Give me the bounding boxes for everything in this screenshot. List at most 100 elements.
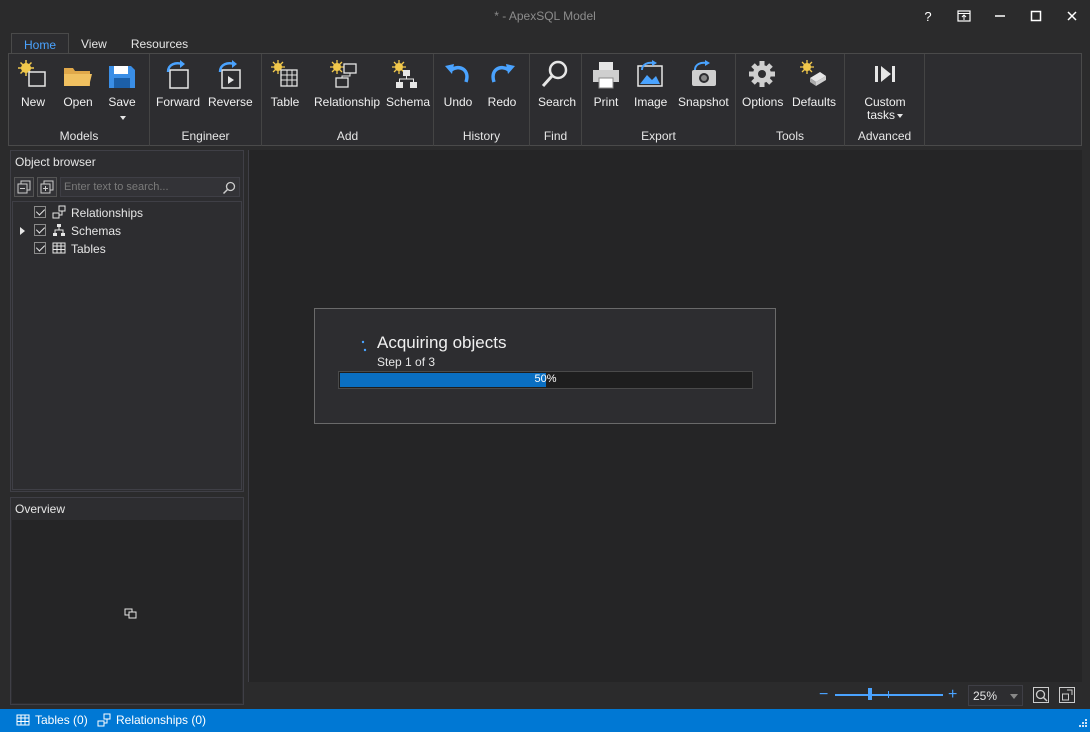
add-relationship-icon bbox=[330, 60, 357, 88]
object-search-input[interactable]: Enter text to search... bbox=[60, 177, 240, 197]
image-button[interactable]: Image bbox=[634, 58, 667, 109]
progress-step: Step 1 of 3 bbox=[377, 355, 436, 369]
zoom-level-value: 25% bbox=[973, 689, 998, 703]
group-advanced: Custom tasks Advanced bbox=[845, 54, 925, 146]
object-tree: Relationships Schemas Tables bbox=[12, 201, 242, 490]
status-relationships-label: Relationships (0) bbox=[116, 713, 207, 727]
add-schema-icon bbox=[392, 60, 417, 88]
tree-node-relationships[interactable]: Relationships bbox=[13, 204, 241, 222]
maximize-icon bbox=[1030, 10, 1042, 22]
collapse-all-button[interactable] bbox=[37, 177, 57, 197]
zoom-out-button[interactable]: − bbox=[819, 686, 828, 704]
schemas-label: Schemas bbox=[71, 224, 122, 238]
custom-tasks-label-2: tasks bbox=[863, 109, 907, 122]
snapshot-button[interactable]: Snapshot bbox=[678, 58, 729, 109]
group-add: Table Relationship Schema Add bbox=[262, 54, 434, 146]
group-label-tools: Tools bbox=[775, 129, 804, 143]
fit-page-icon[interactable] bbox=[1058, 686, 1076, 704]
custom-tasks-icon bbox=[875, 66, 895, 82]
defaults-button[interactable]: Defaults bbox=[792, 58, 836, 109]
relationship-label: Relationship bbox=[314, 95, 381, 109]
zoom-slider-tick bbox=[888, 691, 889, 698]
new-label: New bbox=[20, 95, 45, 109]
help-button[interactable]: ? bbox=[910, 0, 946, 32]
tab-resources[interactable]: Resources bbox=[119, 33, 200, 54]
table-button[interactable]: Table bbox=[268, 58, 302, 109]
gear-icon bbox=[749, 61, 775, 87]
search-icon bbox=[541, 60, 568, 88]
new-button[interactable]: New bbox=[17, 58, 49, 109]
status-tables-label: Tables (0) bbox=[35, 713, 88, 727]
relationships-checkbox[interactable] bbox=[34, 206, 46, 218]
relationship-button[interactable]: Relationship bbox=[314, 58, 381, 109]
zoom-slider-thumb[interactable] bbox=[868, 688, 872, 700]
save-label: Save bbox=[108, 95, 136, 109]
group-label-advanced: Advanced bbox=[857, 129, 912, 143]
group-label-models: Models bbox=[59, 129, 99, 143]
progress-title: Acquiring objects bbox=[377, 333, 507, 352]
maximize-button[interactable] bbox=[1018, 0, 1054, 32]
zoom-slider-track[interactable] bbox=[835, 694, 943, 696]
custom-tasks-button[interactable]: Custom tasks bbox=[863, 58, 907, 122]
tree-node-tables[interactable]: Tables bbox=[13, 240, 241, 258]
schema-button[interactable]: Schema bbox=[386, 58, 431, 109]
status-bar: Tables (0) Relationships (0) bbox=[0, 709, 1090, 732]
add-table-icon bbox=[271, 60, 298, 87]
undo-icon bbox=[445, 64, 469, 83]
reverse-engineer-icon bbox=[218, 60, 241, 89]
close-icon bbox=[1067, 11, 1077, 21]
minimize-button[interactable] bbox=[982, 0, 1018, 32]
open-folder-icon bbox=[64, 68, 92, 86]
progress-dialog: Acquiring objects Step 1 of 3 50% bbox=[314, 308, 776, 424]
print-button[interactable]: Print bbox=[590, 58, 622, 109]
undo-button[interactable]: Undo bbox=[442, 58, 474, 109]
ribbon: New Open Save Models Forward Reverse Eng… bbox=[8, 53, 1082, 146]
tables-checkbox[interactable] bbox=[34, 242, 46, 254]
tree-node-schemas[interactable]: Schemas bbox=[13, 222, 241, 240]
object-browser-title: Object browser bbox=[15, 155, 96, 169]
zoom-level-select[interactable]: 25% bbox=[968, 685, 1023, 706]
loading-spinner-icon bbox=[361, 340, 367, 352]
table-icon bbox=[16, 714, 30, 726]
resize-grip-icon[interactable] bbox=[1077, 719, 1087, 729]
options-button[interactable]: Options bbox=[742, 58, 784, 109]
group-find: Search Find bbox=[530, 54, 582, 146]
minimize-icon bbox=[995, 15, 1005, 17]
table-icon bbox=[52, 242, 66, 254]
tab-view[interactable]: View bbox=[69, 33, 119, 54]
zoom-dropdown-icon bbox=[1010, 694, 1018, 699]
group-export: Print Image Snapshot Export bbox=[582, 54, 736, 146]
reverse-button[interactable]: Reverse bbox=[208, 58, 253, 109]
snapshot-camera-icon bbox=[692, 60, 716, 86]
zoom-to-fit-icon[interactable] bbox=[1032, 686, 1050, 704]
ribbon-tabs: Home View Resources bbox=[11, 33, 200, 54]
tab-home[interactable]: Home bbox=[11, 33, 70, 54]
schemas-checkbox[interactable] bbox=[34, 224, 46, 236]
group-engineer: Forward Reverse Engineer bbox=[150, 54, 262, 146]
relationship-icon bbox=[52, 205, 66, 219]
expand-arrow-icon[interactable] bbox=[20, 227, 25, 235]
title-bar: * - ApexSQL Model ? bbox=[0, 0, 1090, 32]
object-browser-toolbar: Enter text to search... bbox=[14, 177, 240, 197]
custom-tasks-dropdown-icon[interactable] bbox=[897, 113, 903, 118]
save-button[interactable]: Save bbox=[106, 58, 138, 123]
schema-icon bbox=[53, 224, 65, 236]
search-button[interactable]: Search bbox=[538, 58, 576, 109]
overview-frame-icon bbox=[124, 608, 137, 619]
expand-all-button[interactable] bbox=[14, 177, 34, 197]
open-button[interactable]: Open bbox=[62, 58, 94, 109]
schema-label: Schema bbox=[386, 95, 431, 109]
close-button[interactable] bbox=[1054, 0, 1090, 32]
zoom-bar: − + 25% bbox=[248, 683, 1082, 709]
save-disk-icon bbox=[109, 66, 135, 88]
group-label-engineer: Engineer bbox=[181, 129, 230, 143]
save-dropdown-icon[interactable] bbox=[120, 116, 126, 121]
forward-button[interactable]: Forward bbox=[156, 58, 200, 109]
redo-label: Redo bbox=[487, 95, 517, 109]
redo-button[interactable]: Redo bbox=[486, 58, 518, 109]
object-search-placeholder: Enter text to search... bbox=[64, 181, 169, 193]
options-label: Options bbox=[742, 95, 784, 109]
zoom-in-button[interactable]: + bbox=[948, 686, 957, 704]
overview-viewport[interactable] bbox=[12, 520, 242, 703]
restore-ribbon-button[interactable] bbox=[946, 0, 982, 32]
